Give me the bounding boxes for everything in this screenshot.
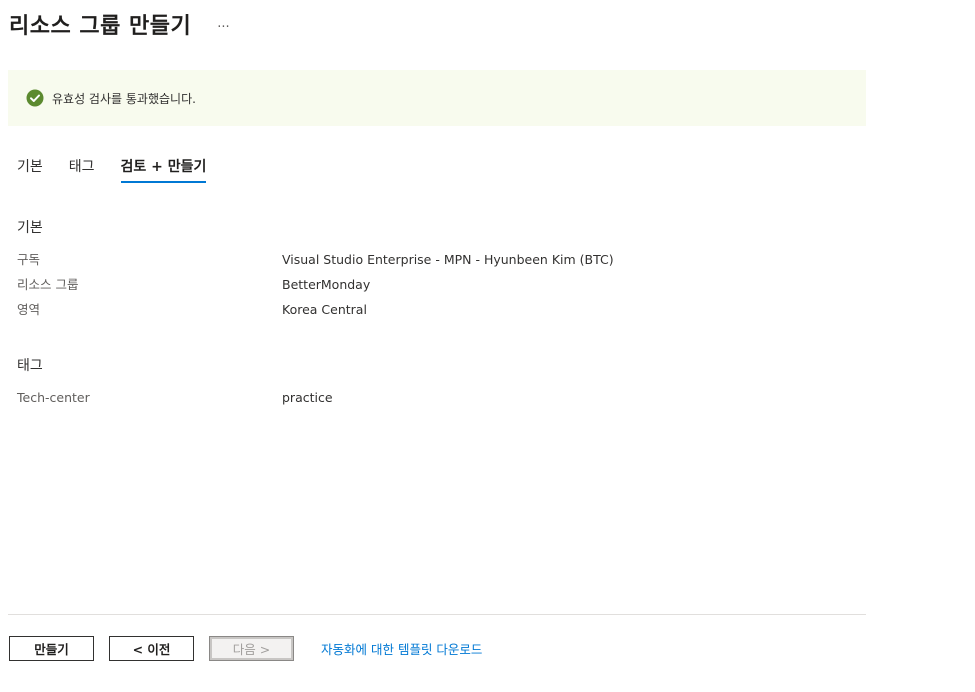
title-row: 리소스 그룹 만들기 ... — [9, 8, 230, 40]
summary-label: 리소스 그룹 — [17, 277, 79, 292]
summary-label: 구독 — [17, 252, 41, 267]
next-button[interactable]: 다음 > — [209, 636, 294, 661]
tab-basics[interactable]: 기본 — [17, 156, 43, 183]
more-options-button[interactable]: ... — [217, 17, 229, 31]
summary-value: BetterMonday — [282, 277, 371, 292]
tag-value: practice — [282, 390, 333, 405]
tag-name: Tech-center — [17, 390, 90, 405]
validation-banner: 유효성 검사를 통과했습니다. — [8, 70, 866, 126]
tab-tags[interactable]: 태그 — [69, 156, 95, 183]
success-check-icon — [26, 89, 44, 107]
download-template-link[interactable]: 자동화에 대한 템플릿 다운로드 — [321, 639, 482, 658]
tab-review-create[interactable]: 검토 + 만들기 — [120, 156, 206, 183]
summary-row-resource-group: 리소스 그룹 BetterMonday — [17, 276, 857, 294]
footer-divider — [8, 614, 866, 615]
validation-message: 유효성 검사를 통과했습니다. — [52, 91, 196, 106]
previous-button[interactable]: < 이전 — [109, 636, 194, 661]
summary-row-region: 영역 Korea Central — [17, 301, 857, 319]
summary-value: Korea Central — [282, 302, 367, 317]
summary-label: 영역 — [17, 302, 41, 317]
create-resource-group-page: 리소스 그룹 만들기 ... 유효성 검사를 통과했습니다. 기본 태그 검토 … — [0, 0, 975, 692]
footer-actions: 만들기 < 이전 다음 > 자동화에 대한 템플릿 다운로드 — [9, 636, 482, 661]
summary-row-subscription: 구독 Visual Studio Enterprise - MPN - Hyun… — [17, 251, 857, 269]
tags-section-heading: 태그 — [17, 358, 43, 374]
create-button[interactable]: 만들기 — [9, 636, 94, 661]
wizard-tabs: 기본 태그 검토 + 만들기 — [17, 156, 232, 183]
summary-value: Visual Studio Enterprise - MPN - Hyunbee… — [282, 252, 614, 267]
summary-row-tag: Tech-center practice — [17, 389, 857, 407]
basics-section-heading: 기본 — [17, 220, 43, 236]
page-title: 리소스 그룹 만들기 — [9, 14, 192, 39]
